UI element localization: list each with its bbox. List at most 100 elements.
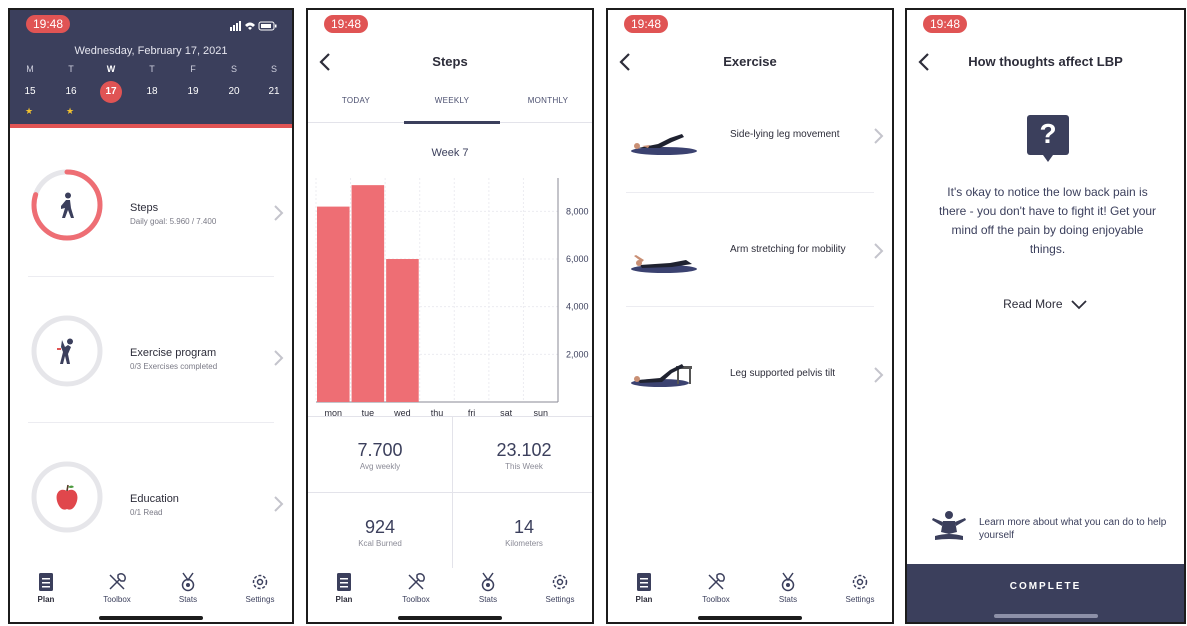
apple-icon: [56, 484, 78, 510]
tab-label: Stats: [778, 595, 798, 604]
y-tick-label: 6,000: [566, 254, 589, 264]
calendar-day[interactable]: 19: [181, 83, 205, 101]
calendar-day-selected[interactable]: 17: [100, 81, 122, 103]
tab-label: Toolbox: [103, 595, 131, 604]
tab-toolbox[interactable]: Toolbox: [388, 572, 444, 604]
chart-bar-mon: [317, 206, 350, 402]
exercise-item[interactable]: Side-lying leg movement: [608, 106, 892, 186]
exercise-program-row[interactable]: Exercise program 0/3 Exercises completed: [10, 304, 292, 414]
y-tick-label: 8,000: [566, 206, 589, 216]
calendar-day[interactable]: 15: [18, 83, 42, 101]
tab-toolbox[interactable]: Toolbox: [89, 572, 145, 604]
tab-label: Settings: [545, 595, 575, 604]
divider: [28, 422, 274, 423]
page-title: Exercise: [723, 54, 777, 69]
tab-label: Plan: [635, 595, 653, 604]
tab-today[interactable]: TODAY: [308, 96, 404, 105]
exercise-screen: 19:48 Exercise Side-lying leg movement A…: [606, 8, 894, 624]
exercise-title: Leg supported pelvis tilt: [730, 368, 836, 379]
medal-icon: [181, 572, 195, 592]
home-indicator: [993, 614, 1098, 618]
status-time: 19:48: [324, 15, 368, 33]
steps-title: Steps: [130, 202, 159, 214]
calendar-accent-strip: [10, 124, 292, 128]
clipboard-icon: [337, 573, 351, 591]
divider: [626, 306, 874, 307]
tab-bar: Plan Toolbox Stats Settings: [10, 568, 292, 614]
complete-button[interactable]: COMPLETE: [907, 564, 1184, 622]
tab-settings[interactable]: Settings: [532, 572, 588, 604]
education-row[interactable]: Education 0/1 Read: [10, 450, 292, 560]
exercise-title: Side-lying leg movement: [730, 129, 840, 140]
exercise-item[interactable]: Arm stretching for mobility: [608, 220, 892, 300]
y-tick-label: 2,000: [566, 349, 589, 359]
calendar-day[interactable]: 16: [59, 83, 83, 101]
divider: [308, 492, 592, 493]
calendar-day[interactable]: 21: [262, 83, 286, 101]
tab-monthly[interactable]: MONTHLY: [500, 96, 592, 105]
status-time: 19:48: [624, 15, 668, 33]
stat-label: Kilometers: [505, 539, 543, 548]
stat-value-avg-weekly: 7.700: [357, 440, 403, 460]
divider: [308, 416, 592, 417]
article-body: It's okay to notice the low back pain is…: [938, 185, 1157, 256]
chevron-down-icon: [1071, 300, 1087, 310]
divider: [28, 276, 274, 277]
tab-plan[interactable]: Plan: [616, 572, 672, 604]
tab-label: Toolbox: [402, 595, 430, 604]
steps-subtitle: Daily goal: 5.960 / 7.400: [130, 217, 217, 226]
weekday-label: S: [230, 64, 237, 74]
stat-label: This Week: [505, 462, 543, 471]
education-article-screen: 19:48 How thoughts affect LBP ? It's oka…: [905, 8, 1186, 624]
tab-settings[interactable]: Settings: [832, 572, 888, 604]
exercise-title: Arm stretching for mobility: [730, 244, 846, 255]
week-calendar: 19:48 Wednesday, February 17, 2021 M T W…: [10, 10, 292, 128]
stat-value-this-week: 23.102: [496, 440, 552, 460]
weekday-label: F: [190, 64, 196, 74]
tab-settings[interactable]: Settings: [232, 572, 288, 604]
walking-person-icon: [61, 192, 74, 218]
home-indicator: [99, 616, 203, 620]
weekday-label: T: [149, 64, 155, 74]
tab-label: Plan: [335, 595, 353, 604]
pelvis-tilt-exercise-illustration: [631, 364, 692, 387]
medal-icon: [481, 572, 495, 592]
chevron-right-icon: [874, 367, 884, 383]
read-more-label: Read More: [1003, 297, 1063, 311]
gear-icon: [852, 574, 868, 590]
calendar-day[interactable]: 18: [140, 83, 164, 101]
education-title: Education: [130, 493, 179, 505]
home-indicator: [698, 616, 802, 620]
tab-stats[interactable]: Stats: [460, 572, 516, 604]
exercise-item[interactable]: Leg supported pelvis tilt: [608, 334, 892, 414]
chart-bar-tue: [351, 185, 385, 402]
status-icons: [230, 19, 278, 37]
meditating-person-icon: [932, 511, 966, 540]
question-mark: ?: [1039, 118, 1057, 149]
weekday-label: S: [270, 64, 277, 74]
tab-stats[interactable]: Stats: [160, 572, 216, 604]
learn-more-text[interactable]: Learn more about what you can do to help…: [979, 516, 1179, 542]
tab-plan[interactable]: Plan: [18, 572, 74, 604]
tab-toolbox[interactable]: Toolbox: [688, 572, 744, 604]
wrench-screwdriver-icon: [708, 573, 725, 590]
tab-plan[interactable]: Plan: [316, 572, 372, 604]
tab-stats[interactable]: Stats: [760, 572, 816, 604]
tab-bar: Plan Toolbox Stats Settings: [308, 568, 592, 614]
tab-weekly[interactable]: WEEKLY: [404, 96, 500, 105]
segment-indicator: [404, 121, 500, 124]
chevron-right-icon: [274, 496, 284, 512]
clipboard-icon: [637, 573, 651, 591]
stat-label: Avg weekly: [359, 462, 401, 471]
calendar-day[interactable]: 20: [222, 83, 246, 101]
status-time: 19:48: [923, 15, 967, 33]
tab-label: Plan: [37, 595, 55, 604]
home-indicator: [398, 616, 502, 620]
steps-bar-chart: 2,0004,0006,0008,000mon tue wed thu fri sat su…: [315, 178, 589, 418]
read-more-button[interactable]: Read More: [907, 297, 1184, 311]
side-lying-exercise-illustration: [631, 134, 697, 155]
arm-stretch-exercise-illustration: [631, 255, 697, 273]
divider: [626, 192, 874, 193]
page-title: Steps: [432, 54, 468, 69]
tab-bar: Plan Toolbox Stats Settings: [608, 568, 892, 614]
